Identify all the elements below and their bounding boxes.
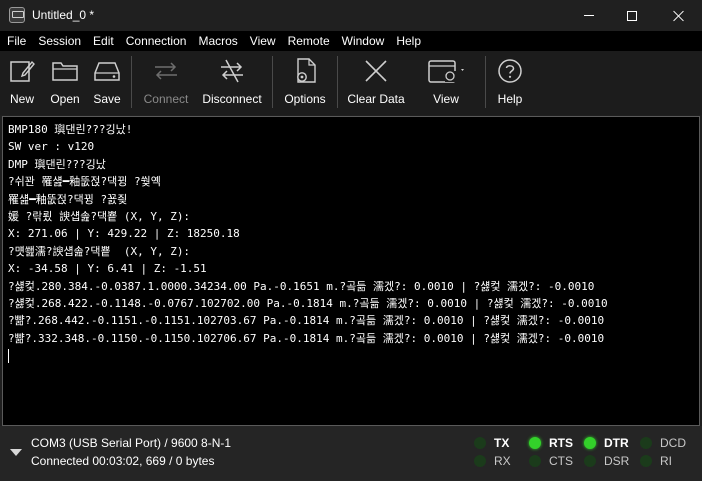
toolbar-separator [485,56,486,108]
signal-dsr: DSR [584,454,629,468]
clear-data-label: Clear Data [347,92,405,106]
status-bar: COM3 (USB Serial Port) / 9600 8-N-1 Conn… [0,426,702,481]
port-settings: COM3 (USB Serial Port) / 9600 8-N-1 [31,436,232,450]
folder-icon [51,51,79,91]
clear-data-button[interactable]: Clear Data [346,51,406,115]
terminal-line: ?섏컻.268.422.-0.1148.-0.0767.102702.00 Pa… [8,297,608,311]
disconnect-arrows-icon [218,51,246,91]
signal-dcd: DCD [640,436,686,450]
connect-arrows-icon [152,51,180,91]
toolbar: New Open Save Connect Disconnect Options [0,51,702,115]
signal-cts: CTS [529,454,573,468]
close-button[interactable] [656,0,702,31]
disconnect-button[interactable]: Disconnect [201,51,263,115]
toolbar-separator [131,56,132,108]
menu-bar: File Session Edit Connection Macros View… [0,31,702,51]
led-indicator [584,455,596,467]
connection-status: Connected 00:03:02, 669 / 0 bytes [31,454,215,468]
view-button[interactable]: View [422,51,470,115]
maximize-icon [627,10,637,21]
new-label: New [9,92,34,106]
menu-session[interactable]: Session [32,31,87,51]
terminal-line: DMP 璵댄린???깅났 [8,157,106,171]
menu-connection[interactable]: Connection [120,31,193,51]
toolbar-separator [272,56,273,108]
clear-x-icon [363,51,389,91]
led-indicator [529,455,541,467]
menu-window[interactable]: Window [336,31,391,51]
text-cursor [8,349,9,364]
view-window-icon [425,51,467,91]
terminal-line: ?섏컻.280.384.-0.0387.1.0000.34234.00 Pa.-… [8,279,595,293]
connect-label: Connect [143,92,189,106]
new-button[interactable]: New [4,51,40,115]
app-icon [9,7,25,23]
help-label: Help [497,92,523,106]
led-indicator [584,437,596,449]
terminal-line: ?뺢?.268.442.-0.1151.-0.1151.102703.67 Pa… [8,314,605,328]
menu-help[interactable]: Help [390,31,427,51]
signal-tx: TX [474,436,509,450]
led-indicator [474,437,486,449]
terminal-line: ?뺢?.332.348.-0.1150.-0.1150.102706.67 Pa… [8,331,605,345]
window-title: Untitled_0 * [32,8,95,22]
signal-rx: RX [474,454,511,468]
terminal-line: X: 271.06 | Y: 429.22 | Z: 18250.18 [8,227,240,241]
terminal-line: 媛 ?띾룄 諛섑솚?댁뿉 (X, Y, Z): [8,210,191,224]
menu-remote[interactable]: Remote [282,31,336,51]
led-indicator [474,455,486,467]
open-label: Open [50,92,80,106]
minimize-icon [584,15,594,16]
menu-edit[interactable]: Edit [87,31,120,51]
terminal-line: SW ver : v120 [8,140,95,154]
led-indicator [640,455,652,467]
terminal-line: BMP180 璵댄린???깅났! [8,123,133,136]
help-question-icon [497,51,523,91]
led-indicator [640,437,652,449]
terminal-line: X: -34.58 | Y: 6.41 | Z: -1.51 [8,262,207,276]
minimize-button[interactable] [566,0,612,31]
close-icon [673,10,685,22]
menu-macros[interactable]: Macros [192,31,243,51]
view-label: View [433,92,459,106]
save-label: Save [93,92,121,106]
terminal-line: 罹섎━釉뚮젅?댁뀡 ?꾨즺 [8,192,128,206]
options-gear-icon [291,51,319,91]
menu-view[interactable]: View [244,31,282,51]
save-button[interactable]: Save [88,51,126,115]
disk-drive-icon [92,51,122,91]
terminal-output[interactable]: BMP180 璵댄린???깅났! SW ver : v120 DMP 璵댄린??… [2,116,700,426]
connect-button[interactable]: Connect [141,51,191,115]
options-button[interactable]: Options [282,51,328,115]
expand-arrow-icon[interactable] [10,449,22,456]
led-indicator [529,437,541,449]
signal-ri: RI [640,454,672,468]
help-button[interactable]: Help [494,51,526,115]
new-document-icon [9,51,35,91]
maximize-button[interactable] [609,0,655,31]
options-label: Options [284,92,326,106]
toolbar-separator [337,56,338,108]
menu-file[interactable]: File [1,31,32,51]
signal-dtr[interactable]: DTR [584,436,629,450]
terminal-line: ?쉬꽌 罹섎━釉뚮젅?댁뀡 ?쒖옉 [8,175,161,189]
signal-rts[interactable]: RTS [529,436,573,450]
open-button[interactable]: Open [46,51,84,115]
disconnect-label: Disconnect [202,92,262,106]
title-bar: Untitled_0 * [0,0,702,31]
terminal-line: ?먯쐞濡?諛섑솚?댁뿉 (X, Y, Z): [8,244,191,258]
